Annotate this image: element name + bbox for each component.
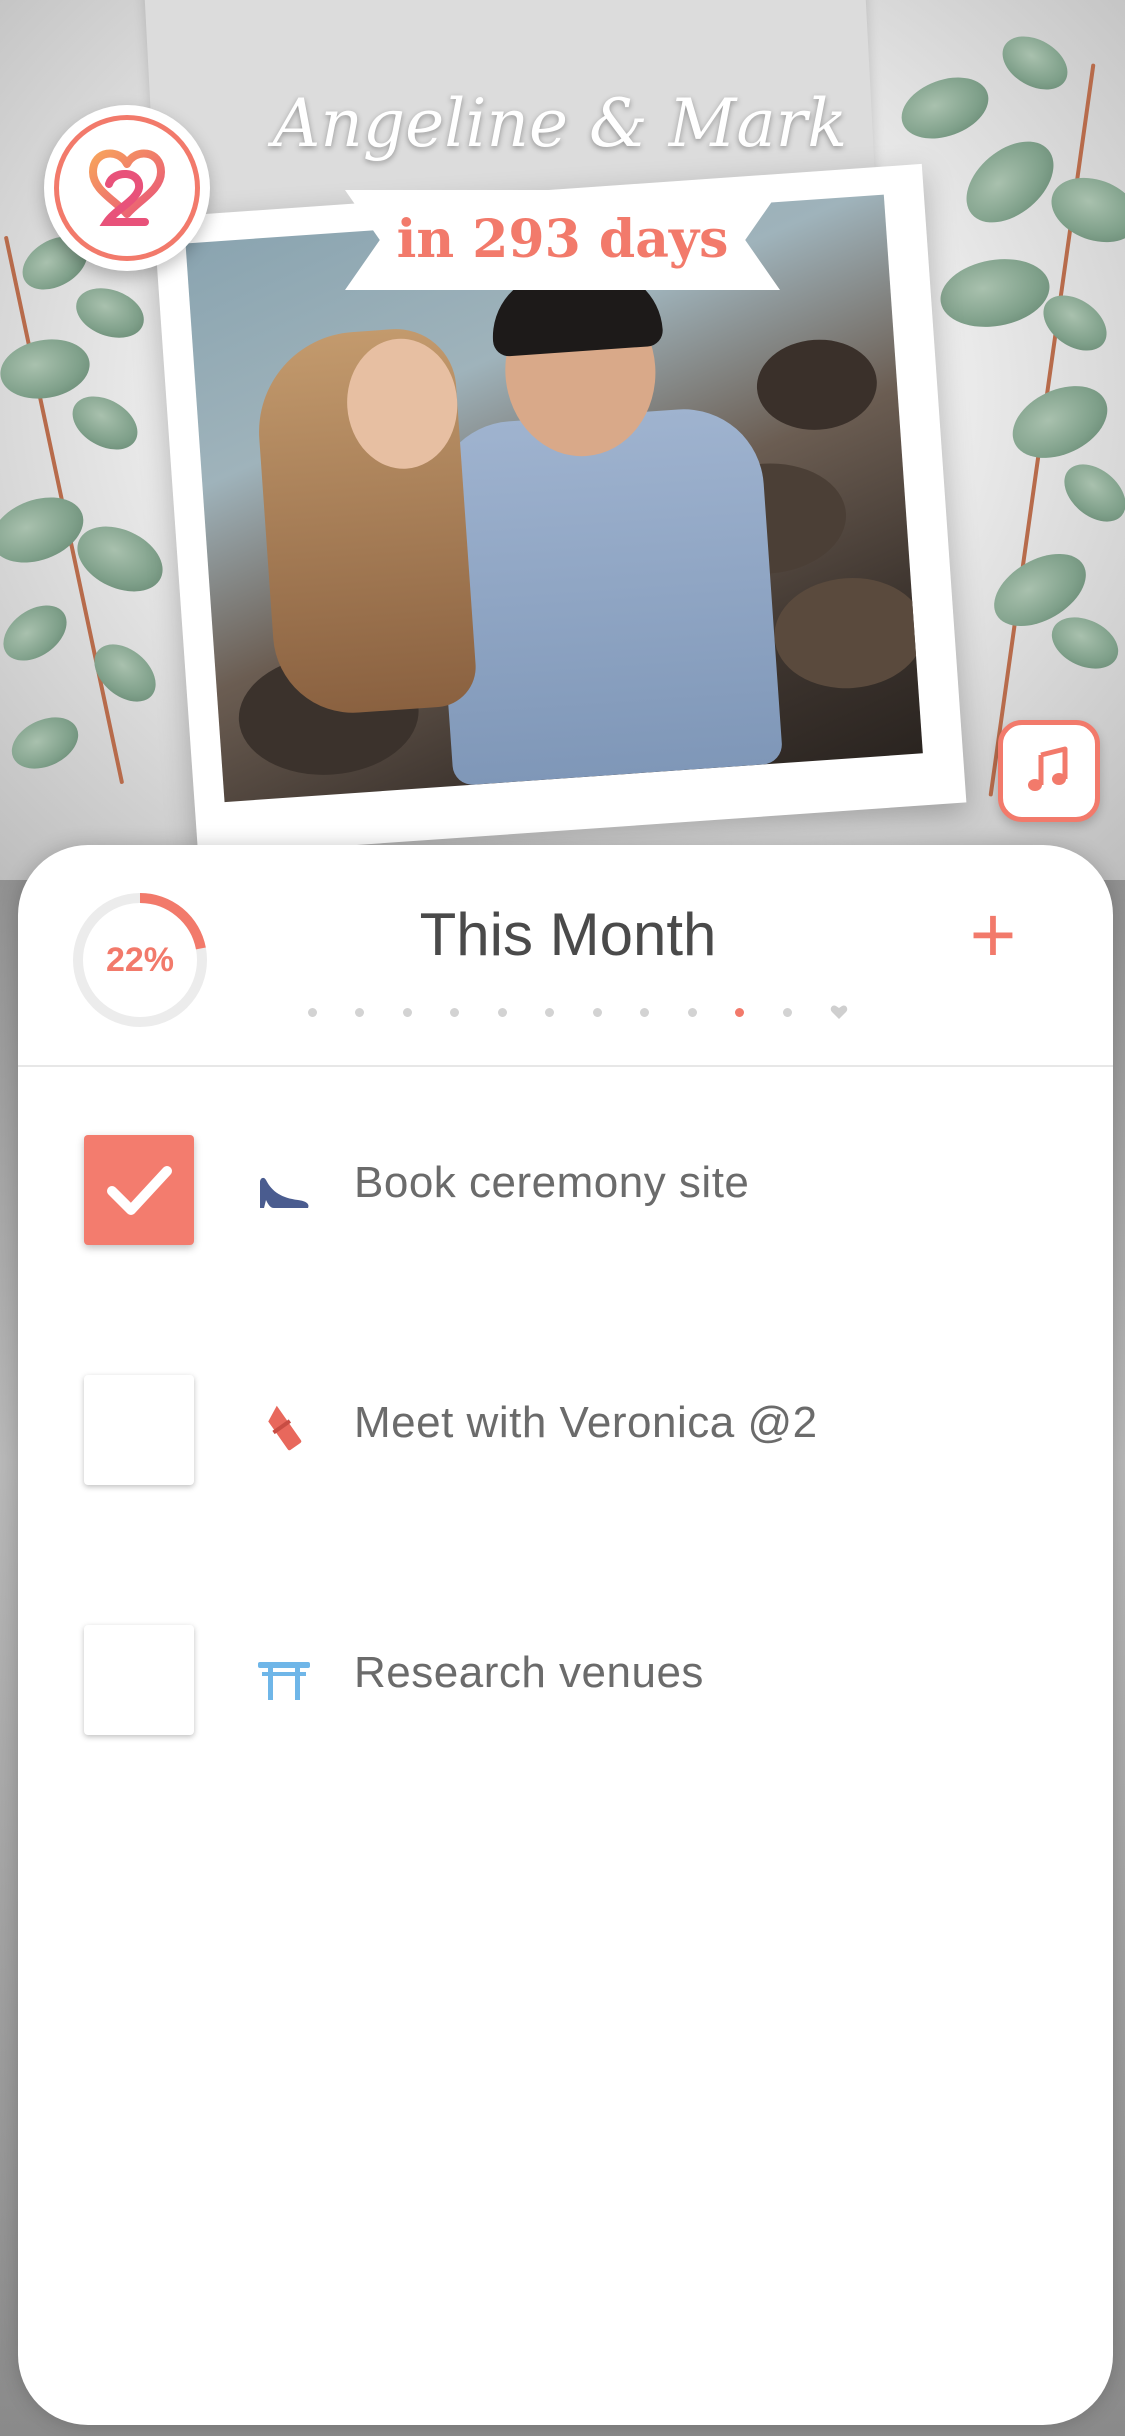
task-row[interactable]: Book ceremony site [18, 1120, 1113, 1250]
page-dot[interactable] [450, 1007, 460, 1017]
lipstick-icon [254, 1400, 314, 1460]
page-dot[interactable] [545, 1007, 555, 1017]
music-note-icon [1028, 746, 1068, 791]
page-dot-active[interactable] [735, 1007, 745, 1017]
couple-names: Angeline & Mark [272, 85, 848, 162]
heart-two-logo-icon [89, 149, 165, 226]
page-dot[interactable] [640, 1007, 650, 1017]
page-dot-heart-icon[interactable] [830, 1004, 848, 1020]
page-dot[interactable] [687, 1007, 697, 1017]
high-heel-icon [254, 1160, 314, 1220]
page-indicator[interactable] [308, 1000, 848, 1024]
page-dot[interactable] [497, 1007, 507, 1017]
task-card: 22% This Month + Book ceremony site Meet… [18, 845, 1113, 2425]
task-checkbox-checked[interactable] [84, 1135, 194, 1245]
countdown-ribbon: in 293 days [345, 190, 780, 290]
card-header: 22% This Month + [18, 845, 1113, 1067]
app-logo[interactable] [44, 105, 210, 271]
task-label: Research venues [354, 1648, 704, 1697]
card-title: This Month [419, 901, 717, 968]
task-checkbox[interactable] [84, 1625, 194, 1735]
torii-gate-icon [254, 1650, 314, 1710]
task-label: Meet with Veronica @2 [354, 1398, 818, 1447]
page-dot[interactable] [782, 1007, 792, 1017]
task-row[interactable]: Meet with Veronica @2 [18, 1360, 1113, 1490]
progress-ring: 22% [70, 890, 210, 1030]
page-dot[interactable] [308, 1007, 317, 1017]
checkmark-icon [107, 1166, 172, 1215]
page-dot[interactable] [355, 1007, 365, 1017]
music-button[interactable] [998, 720, 1100, 822]
header-hero: Angeline & Mark in 293 days [0, 0, 1125, 880]
task-row[interactable]: Research venues [18, 1610, 1113, 1740]
task-checkbox[interactable] [84, 1375, 194, 1485]
page-dot[interactable] [592, 1007, 602, 1017]
progress-label: 22% [105, 941, 175, 979]
add-task-button[interactable]: + [953, 895, 1033, 980]
task-label: Book ceremony site [354, 1158, 750, 1207]
countdown-text: in 293 days [396, 209, 729, 270]
page-dot[interactable] [402, 1007, 412, 1017]
